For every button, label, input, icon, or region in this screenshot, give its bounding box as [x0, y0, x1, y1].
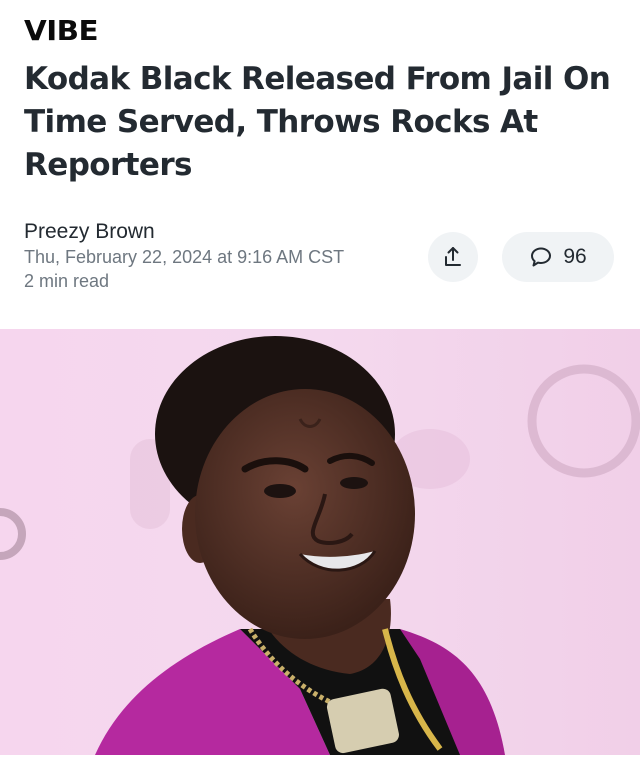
read-time: 2 min read	[24, 271, 110, 291]
byline: Preezy Brown Thu, February 22, 2024 at 9…	[24, 219, 344, 293]
portrait-illustration	[0, 329, 640, 755]
hero-image[interactable]	[0, 329, 640, 755]
comment-count: 96	[563, 245, 587, 268]
share-icon	[445, 247, 461, 266]
publish-date: Thu, February 22, 2024 at 9:16 AM CST	[24, 247, 345, 267]
comment-bubble-icon	[531, 247, 552, 267]
comments-button[interactable]: 96	[502, 232, 614, 282]
share-button[interactable]	[428, 232, 478, 282]
brand-logo[interactable]: VIBE	[24, 14, 99, 47]
author-name[interactable]: Preezy Brown	[24, 219, 344, 245]
article-headline: Kodak Black Released From Jail On Time S…	[24, 61, 611, 183]
